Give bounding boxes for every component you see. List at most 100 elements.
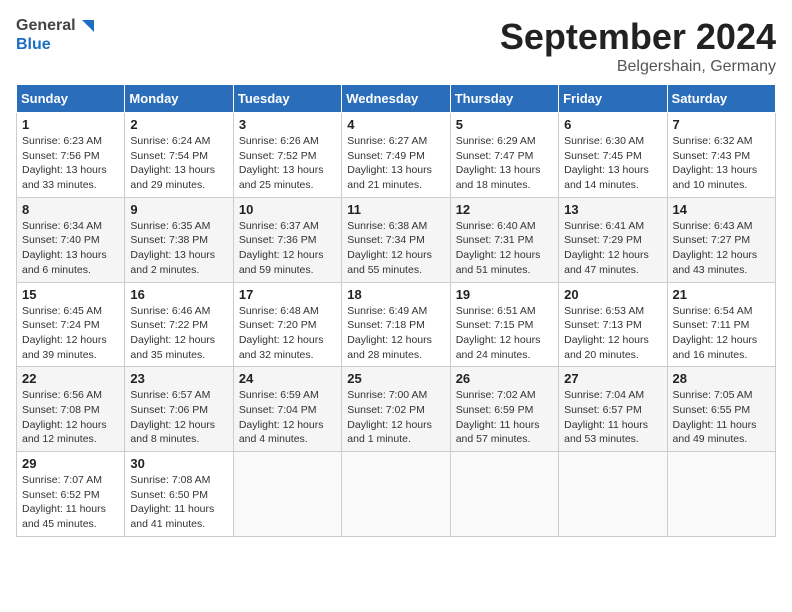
day-info: Sunrise: 7:02 AMSunset: 6:59 PMDaylight:… — [456, 388, 553, 447]
day-info: Sunrise: 6:43 AMSunset: 7:27 PMDaylight:… — [673, 219, 770, 278]
logo-text-general: General — [16, 17, 76, 35]
logo-arrow-icon — [78, 16, 98, 36]
day-number: 18 — [347, 287, 444, 302]
calendar-cell — [667, 452, 775, 537]
calendar-week-row: 8 Sunrise: 6:34 AMSunset: 7:40 PMDaylight… — [17, 197, 776, 282]
day-number: 28 — [673, 371, 770, 386]
day-info: Sunrise: 7:04 AMSunset: 6:57 PMDaylight:… — [564, 388, 661, 447]
calendar-cell: 9 Sunrise: 6:35 AMSunset: 7:38 PMDaylight… — [125, 197, 233, 282]
calendar-cell: 11 Sunrise: 6:38 AMSunset: 7:34 PMDayligh… — [342, 197, 450, 282]
day-info: Sunrise: 6:38 AMSunset: 7:34 PMDaylight:… — [347, 219, 444, 278]
day-info: Sunrise: 6:51 AMSunset: 7:15 PMDaylight:… — [456, 304, 553, 363]
day-number: 19 — [456, 287, 553, 302]
day-number: 23 — [130, 371, 227, 386]
calendar-cell: 14 Sunrise: 6:43 AMSunset: 7:27 PMDayligh… — [667, 197, 775, 282]
col-header-thursday: Thursday — [450, 85, 558, 113]
col-header-tuesday: Tuesday — [233, 85, 341, 113]
day-info: Sunrise: 7:00 AMSunset: 7:02 PMDaylight:… — [347, 388, 444, 447]
day-number: 20 — [564, 287, 661, 302]
calendar-cell: 19 Sunrise: 6:51 AMSunset: 7:15 PMDayligh… — [450, 282, 558, 367]
calendar-cell: 7 Sunrise: 6:32 AMSunset: 7:43 PMDaylight… — [667, 113, 775, 198]
day-number: 4 — [347, 117, 444, 132]
day-number: 5 — [456, 117, 553, 132]
col-header-friday: Friday — [559, 85, 667, 113]
calendar-cell — [342, 452, 450, 537]
calendar-cell: 4 Sunrise: 6:27 AMSunset: 7:49 PMDaylight… — [342, 113, 450, 198]
day-number: 17 — [239, 287, 336, 302]
day-info: Sunrise: 6:37 AMSunset: 7:36 PMDaylight:… — [239, 219, 336, 278]
day-info: Sunrise: 6:57 AMSunset: 7:06 PMDaylight:… — [130, 388, 227, 447]
day-info: Sunrise: 6:56 AMSunset: 7:08 PMDaylight:… — [22, 388, 119, 447]
calendar-cell: 23 Sunrise: 6:57 AMSunset: 7:06 PMDayligh… — [125, 367, 233, 452]
day-info: Sunrise: 6:49 AMSunset: 7:18 PMDaylight:… — [347, 304, 444, 363]
day-number: 22 — [22, 371, 119, 386]
general-blue-logo: General Blue — [16, 16, 98, 54]
day-number: 21 — [673, 287, 770, 302]
day-number: 25 — [347, 371, 444, 386]
calendar-cell: 30 Sunrise: 7:08 AMSunset: 6:50 PMDayligh… — [125, 452, 233, 537]
day-number: 12 — [456, 202, 553, 217]
calendar-cell: 13Sunrise: 6:41 AMSunset: 7:29 PMDayligh… — [559, 197, 667, 282]
title-area: September 2024 Belgershain, Germany — [500, 16, 776, 76]
calendar-table: SundayMondayTuesdayWednesdayThursdayFrid… — [16, 84, 776, 537]
calendar-cell: 25 Sunrise: 7:00 AMSunset: 7:02 PMDayligh… — [342, 367, 450, 452]
calendar-week-row: 15Sunrise: 6:45 AMSunset: 7:24 PMDayligh… — [17, 282, 776, 367]
calendar-cell: 17 Sunrise: 6:48 AMSunset: 7:20 PMDayligh… — [233, 282, 341, 367]
day-number: 9 — [130, 202, 227, 217]
day-info: Sunrise: 6:41 AMSunset: 7:29 PMDaylight:… — [564, 219, 661, 278]
logo-text-blue: Blue — [16, 36, 98, 54]
col-header-saturday: Saturday — [667, 85, 775, 113]
day-info: Sunrise: 6:35 AMSunset: 7:38 PMDaylight:… — [130, 219, 227, 278]
logo: General Blue — [16, 16, 98, 54]
day-info: Sunrise: 6:54 AMSunset: 7:11 PMDaylight:… — [673, 304, 770, 363]
day-info: Sunrise: 7:07 AMSunset: 6:52 PMDaylight:… — [22, 473, 119, 532]
day-number: 11 — [347, 202, 444, 217]
calendar-cell: 15Sunrise: 6:45 AMSunset: 7:24 PMDayligh… — [17, 282, 125, 367]
calendar-cell: 24 Sunrise: 6:59 AMSunset: 7:04 PMDayligh… — [233, 367, 341, 452]
day-number: 26 — [456, 371, 553, 386]
day-info: Sunrise: 6:32 AMSunset: 7:43 PMDaylight:… — [673, 134, 770, 193]
calendar-cell: 21 Sunrise: 6:54 AMSunset: 7:11 PMDayligh… — [667, 282, 775, 367]
day-info: Sunrise: 6:27 AMSunset: 7:49 PMDaylight:… — [347, 134, 444, 193]
day-info: Sunrise: 6:48 AMSunset: 7:20 PMDaylight:… — [239, 304, 336, 363]
calendar-cell: 2Sunrise: 6:24 AMSunset: 7:54 PMDaylight… — [125, 113, 233, 198]
day-info: Sunrise: 7:08 AMSunset: 6:50 PMDaylight:… — [130, 473, 227, 532]
day-info: Sunrise: 6:24 AMSunset: 7:54 PMDaylight:… — [130, 134, 227, 193]
day-info: Sunrise: 6:34 AMSunset: 7:40 PMDaylight:… — [22, 219, 119, 278]
month-title: September 2024 — [500, 16, 776, 58]
calendar-week-row: 1 Sunrise: 6:23 AMSunset: 7:56 PMDaylight… — [17, 113, 776, 198]
day-number: 7 — [673, 117, 770, 132]
day-number: 1 — [22, 117, 119, 132]
calendar-header-row: SundayMondayTuesdayWednesdayThursdayFrid… — [17, 85, 776, 113]
day-number: 27 — [564, 371, 661, 386]
day-info: Sunrise: 6:26 AMSunset: 7:52 PMDaylight:… — [239, 134, 336, 193]
day-info: Sunrise: 6:59 AMSunset: 7:04 PMDaylight:… — [239, 388, 336, 447]
day-info: Sunrise: 6:46 AMSunset: 7:22 PMDaylight:… — [130, 304, 227, 363]
calendar-cell: 29 Sunrise: 7:07 AMSunset: 6:52 PMDayligh… — [17, 452, 125, 537]
header: General Blue September 2024 Belgershain,… — [16, 16, 776, 76]
day-info: Sunrise: 6:23 AMSunset: 7:56 PMDaylight:… — [22, 134, 119, 193]
col-header-monday: Monday — [125, 85, 233, 113]
day-number: 14 — [673, 202, 770, 217]
calendar-week-row: 22 Sunrise: 6:56 AMSunset: 7:08 PMDayligh… — [17, 367, 776, 452]
calendar-cell: 28Sunrise: 7:05 AMSunset: 6:55 PMDayligh… — [667, 367, 775, 452]
col-header-wednesday: Wednesday — [342, 85, 450, 113]
day-number: 6 — [564, 117, 661, 132]
day-info: Sunrise: 6:53 AMSunset: 7:13 PMDaylight:… — [564, 304, 661, 363]
calendar-week-row: 29 Sunrise: 7:07 AMSunset: 6:52 PMDayligh… — [17, 452, 776, 537]
calendar-cell: 3 Sunrise: 6:26 AMSunset: 7:52 PMDaylight… — [233, 113, 341, 198]
calendar-cell: 12Sunrise: 6:40 AMSunset: 7:31 PMDayligh… — [450, 197, 558, 282]
calendar-cell: 20 Sunrise: 6:53 AMSunset: 7:13 PMDayligh… — [559, 282, 667, 367]
day-number: 29 — [22, 456, 119, 471]
day-number: 15 — [22, 287, 119, 302]
day-number: 16 — [130, 287, 227, 302]
location-title: Belgershain, Germany — [500, 58, 776, 76]
day-number: 3 — [239, 117, 336, 132]
calendar-cell: 18 Sunrise: 6:49 AMSunset: 7:18 PMDayligh… — [342, 282, 450, 367]
calendar-cell: 1 Sunrise: 6:23 AMSunset: 7:56 PMDaylight… — [17, 113, 125, 198]
calendar-cell: 6Sunrise: 6:30 AMSunset: 7:45 PMDaylight… — [559, 113, 667, 198]
day-number: 8 — [22, 202, 119, 217]
day-number: 24 — [239, 371, 336, 386]
calendar-cell — [233, 452, 341, 537]
day-number: 30 — [130, 456, 227, 471]
